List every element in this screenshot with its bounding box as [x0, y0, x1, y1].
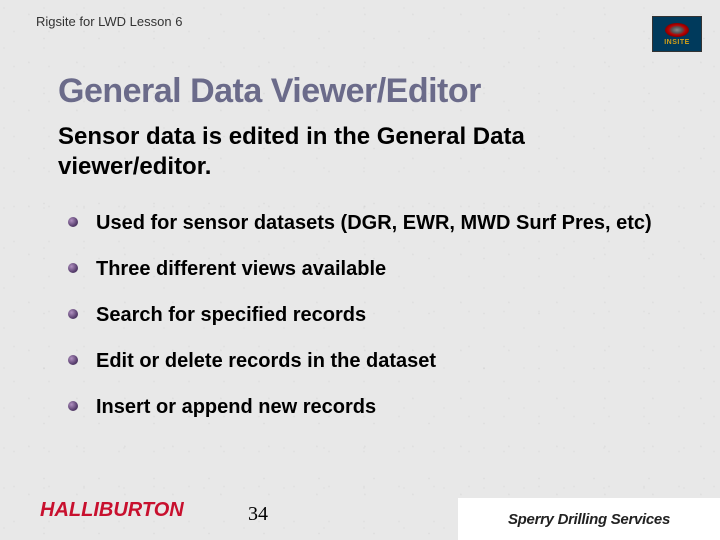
lesson-label: Rigsite for LWD Lesson 6: [36, 14, 182, 29]
slide-subtitle: Sensor data is edited in the General Dat…: [58, 122, 660, 182]
insite-logo: INSITE: [652, 16, 702, 52]
slide-title: General Data Viewer/Editor: [58, 72, 481, 111]
list-item: Search for specified records: [68, 302, 660, 328]
list-item: Insert or append new records: [68, 394, 660, 420]
sperry-logo: Sperry Drilling Services: [458, 498, 720, 540]
page-number: 34: [248, 503, 268, 526]
insite-logo-text: INSITE: [664, 39, 690, 46]
halliburton-logo: HALLIBURTON: [40, 499, 184, 522]
list-item: Used for sensor datasets (DGR, EWR, MWD …: [68, 210, 660, 236]
list-item: Three different views available: [68, 256, 660, 282]
list-item: Edit or delete records in the dataset: [68, 348, 660, 374]
eye-icon: [665, 23, 689, 37]
bullet-list: Used for sensor datasets (DGR, EWR, MWD …: [68, 210, 660, 440]
